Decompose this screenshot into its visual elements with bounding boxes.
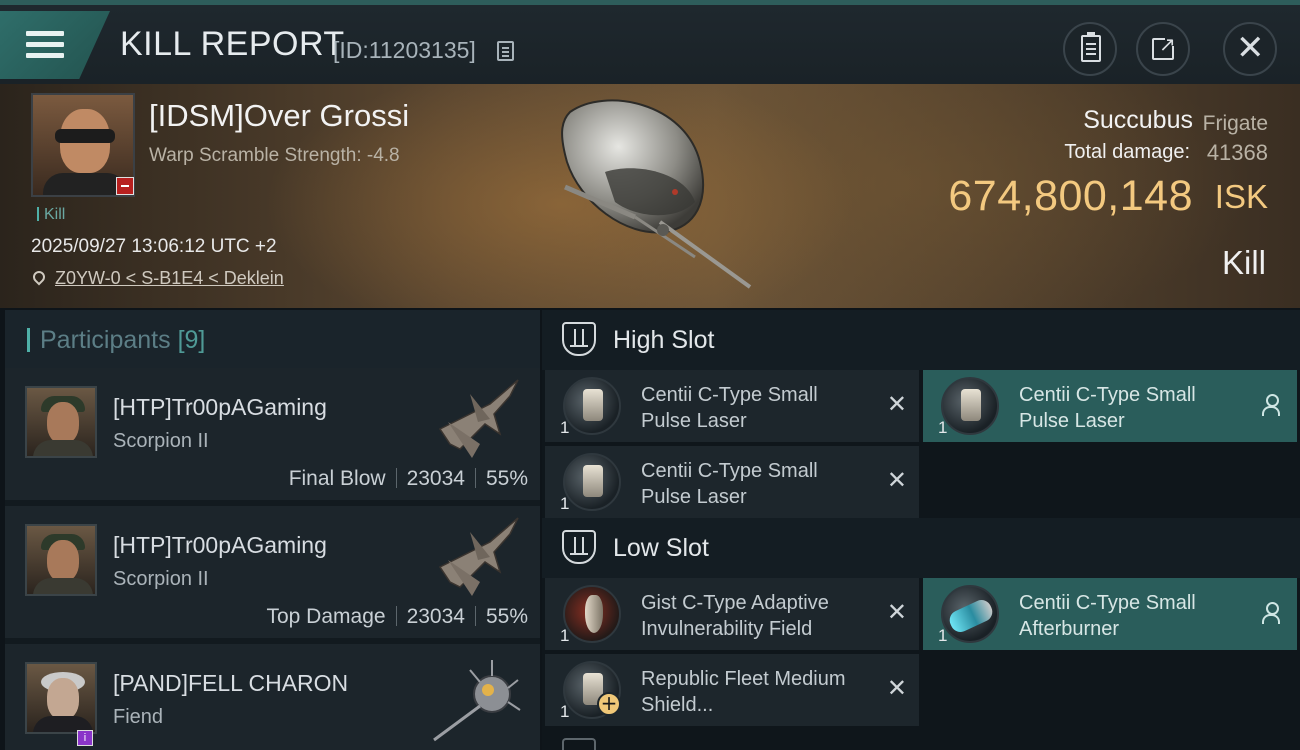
info-badge-icon: i [77, 730, 93, 746]
pulse-laser-icon [941, 377, 999, 435]
avatar [25, 662, 97, 734]
copy-icon[interactable] [497, 41, 514, 61]
victim-ship-name[interactable]: Succubus [1083, 106, 1193, 135]
module-quantity: 1 [938, 626, 948, 645]
clipboard-icon [1081, 32, 1101, 62]
close-icon: ✕ [1236, 28, 1265, 68]
low-slot-label: Low Slot [613, 534, 709, 562]
location-text: Z0YW-0 < S-B1E4 < Deklein [55, 268, 284, 288]
module-item[interactable]: 1 Centii C-Type Small Pulse Laser ✕ [545, 446, 919, 518]
kill-tag: Kill [37, 206, 65, 224]
share-icon [1152, 32, 1177, 60]
victim-ship-image [561, 99, 752, 289]
participant-percent: 55% [485, 605, 528, 628]
pulse-laser-icon [563, 377, 621, 435]
destroyed-icon: ✕ [886, 598, 907, 626]
kill-datetime: 2025/09/27 13:06:12 UTC +2 [31, 236, 277, 257]
result-label: Kill [1221, 244, 1266, 281]
high-slot-header: High Slot [542, 310, 1300, 370]
participant-stats: Top Damage 23034 55% [266, 605, 528, 629]
destroyed-icon: ✕ [886, 390, 907, 418]
loss-badge-icon [116, 177, 134, 195]
person-icon [1261, 394, 1280, 416]
total-damage-value: 41368 [1206, 140, 1268, 165]
module-name: Centii C-Type Small Pulse Laser [641, 460, 818, 508]
location-pin-icon [30, 268, 48, 286]
kill-report-header: KILL REPORT [ID:11203135] ✕ [0, 0, 1300, 84]
participant-stats: Final Blow 23034 55% [289, 467, 528, 491]
module-name: Centii C-Type Small Pulse Laser [1019, 384, 1196, 432]
participant-ship: Fiend [113, 706, 164, 728]
participant-role: Top Damage [266, 605, 386, 628]
module-name: Centii C-Type Small Pulse Laser [641, 384, 818, 432]
share-button[interactable] [1136, 22, 1190, 76]
participants-header: Participants [9] [5, 310, 540, 368]
module-quantity: 1 [938, 418, 948, 437]
avatar [25, 386, 97, 458]
fitting-panel: High Slot 1 Centii C-Type Small Pulse La… [542, 310, 1300, 750]
module-item[interactable]: 1 Centii C-Type Small Pulse Laser ✕ [545, 370, 919, 442]
person-icon [1261, 602, 1280, 624]
participant-ship: Scorpion II [113, 430, 209, 452]
pulse-laser-icon [563, 453, 621, 511]
participants-label: Participants [40, 326, 171, 354]
victim-banner: Kill [IDSM]Over Grossi Warp Scramble Str… [0, 84, 1300, 308]
participants-panel: Participants [9] [HTP]Tr00pAGaming Scorp… [5, 310, 540, 750]
isk-unit: ISK [1214, 178, 1268, 215]
participant-damage: 23034 [406, 467, 465, 490]
page-title: KILL REPORT [120, 25, 345, 63]
participant-card[interactable]: i [PAND]FELL CHARON Fiend [5, 644, 540, 750]
participant-ship-image [438, 517, 519, 596]
module-quantity: 1 [560, 494, 570, 513]
participant-name: [HTP]Tr00pAGaming [113, 394, 327, 420]
low-slot-header: Low Slot [542, 518, 1300, 578]
total-damage-label: Total damage: [1064, 141, 1190, 163]
avatar [25, 524, 97, 596]
destroyed-icon: ✕ [886, 674, 907, 702]
participant-ship-image [438, 379, 519, 458]
module-item[interactable]: + 1 Republic Fleet Medium Shield... ✕ [545, 654, 919, 726]
shield-field-icon [563, 585, 621, 643]
high-slot-label: High Slot [613, 326, 715, 354]
participant-card[interactable]: [HTP]Tr00pAGaming Scorpion II Final Blow… [5, 368, 540, 502]
module-name: Gist C-Type Adaptive Invulnerability Fie… [641, 592, 829, 640]
victim-name[interactable]: [IDSM]Over Grossi [149, 98, 409, 134]
isk-value: 674,800,148 [948, 172, 1193, 220]
plus-badge-icon: + [597, 692, 621, 716]
high-slot-icon [562, 322, 596, 356]
module-item[interactable]: 1 Centii C-Type Small Pulse Laser [923, 370, 1297, 442]
low-slot-icon [562, 530, 596, 564]
report-id: [ID:11203135] [333, 37, 476, 63]
module-name: Centii C-Type Small Afterburner [1019, 592, 1196, 640]
participants-count: [9] [177, 326, 206, 354]
participant-role: Final Blow [288, 467, 386, 490]
victim-ship-class: Frigate [1202, 112, 1268, 135]
hamburger-icon [26, 31, 64, 59]
participant-ship: Scorpion II [113, 568, 209, 590]
destroyed-icon: ✕ [886, 466, 907, 494]
module-item[interactable]: 1 Centii C-Type Small Afterburner [923, 578, 1297, 650]
participant-damage: 23034 [406, 605, 465, 628]
close-button[interactable]: ✕ [1223, 22, 1277, 76]
warp-scramble-strength: Warp Scramble Strength: -4.8 [149, 145, 400, 166]
participant-card[interactable]: [HTP]Tr00pAGaming Scorpion II Top Damage… [5, 506, 540, 640]
module-item[interactable]: 1 Gist C-Type Adaptive Invulnerability F… [545, 578, 919, 650]
participant-percent: 55% [485, 467, 528, 490]
menu-button[interactable] [0, 11, 110, 79]
participant-name: [PAND]FELL CHARON [113, 670, 349, 696]
module-quantity: 1 [560, 418, 570, 437]
participant-name: [HTP]Tr00pAGaming [113, 532, 327, 558]
participant-ship-image [433, 660, 521, 742]
afterburner-icon [941, 585, 999, 643]
module-name: Republic Fleet Medium Shield... [641, 668, 846, 716]
module-quantity: 1 [560, 626, 570, 645]
clipboard-button[interactable] [1063, 22, 1117, 76]
kill-location-link[interactable]: Z0YW-0 < S-B1E4 < Deklein [30, 268, 284, 289]
module-quantity: 1 [560, 702, 570, 721]
mid-slot-icon [562, 738, 596, 750]
